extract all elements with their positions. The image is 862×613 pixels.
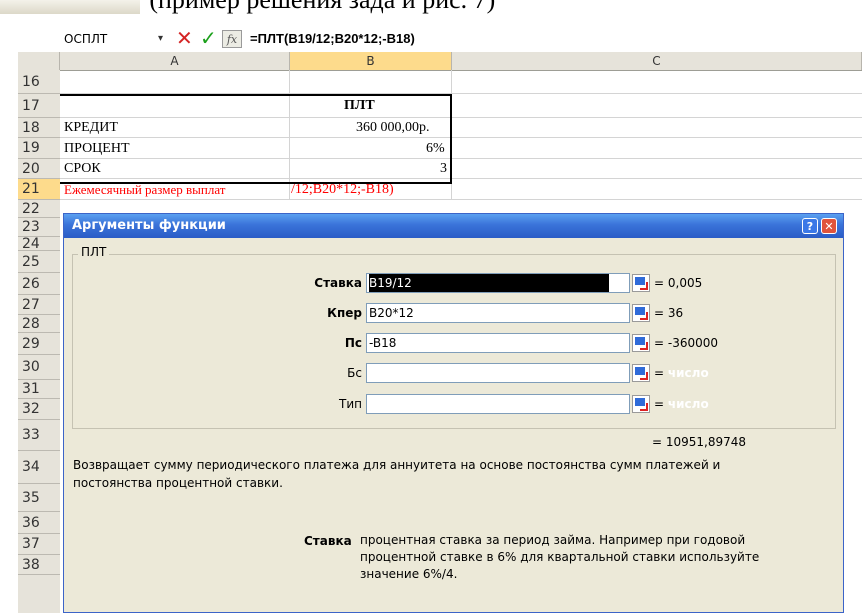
arg-result-ps: = -360000 (654, 336, 719, 350)
toolbar-strip (0, 0, 140, 14)
row-header[interactable]: 36 (18, 512, 60, 534)
row-header[interactable]: 16 (18, 70, 60, 94)
arg-input-stavka[interactable]: B19/12 (366, 273, 630, 293)
column-header-c[interactable]: C (452, 52, 862, 70)
dialog-title: Аргументы функции (72, 218, 226, 233)
name-box[interactable]: ОСПЛТ (60, 30, 184, 48)
arg-result-tip: = число (654, 397, 709, 411)
arg-input-bs[interactable] (366, 363, 630, 383)
insert-function-button[interactable]: fx (222, 30, 242, 48)
row-header[interactable]: 24 (18, 237, 60, 251)
function-arguments-dialog: Аргументы функции ? ✕ ПЛТ Ставка B19/12 … (63, 213, 844, 613)
collapse-dialog-icon[interactable] (632, 334, 650, 352)
row-header[interactable]: 18 (18, 118, 60, 138)
select-all-corner[interactable] (18, 52, 60, 70)
arg-result-bs: = число (654, 366, 709, 380)
arg-result-kper: = 36 (654, 306, 684, 320)
row-header[interactable]: 29 (18, 333, 60, 355)
row-header[interactable]: 27 (18, 295, 60, 315)
function-name-label: ПЛТ (78, 245, 110, 259)
enter-check-icon[interactable]: ✓ (200, 27, 217, 49)
dialog-title-bar[interactable]: Аргументы функции ? ✕ (64, 214, 843, 238)
collapse-dialog-icon[interactable] (632, 304, 650, 322)
close-button[interactable]: ✕ (821, 218, 837, 234)
arg-result-stavka: = 0,005 (654, 276, 703, 290)
collapse-dialog-icon[interactable] (632, 364, 650, 382)
row-headers: 16 17 18 19 20 21 22 23 24 25 26 27 28 2… (18, 70, 60, 613)
row-header[interactable]: 30 (18, 355, 60, 380)
row-header[interactable]: 23 (18, 218, 60, 237)
arg-input-ps[interactable]: -B18 (366, 333, 630, 353)
arg-label-tip: Тип (339, 397, 362, 411)
help-button[interactable]: ? (802, 218, 818, 234)
arg-input-kper[interactable]: B20*12 (366, 303, 630, 323)
arg-input-tip[interactable] (366, 394, 630, 414)
collapse-dialog-icon[interactable] (632, 274, 650, 292)
table-border (60, 94, 452, 184)
arg-label-stavka: Ставка (314, 276, 362, 290)
arg-help-text: процентная ставка за период займа. Напри… (360, 533, 760, 581)
row-header[interactable]: 22 (18, 200, 60, 218)
arg-help-name: Ставка (304, 534, 352, 548)
arg-label-ps: Пс (344, 336, 362, 350)
arg-value-stavka: B19/12 (369, 274, 609, 292)
arg-label-bs: Бс (347, 366, 362, 380)
arg-label-kper: Кпер (327, 306, 362, 320)
row-header[interactable]: 35 (18, 484, 60, 512)
row-header-selected[interactable]: 21 (18, 179, 60, 200)
collapse-dialog-icon[interactable] (632, 395, 650, 413)
row-header[interactable]: 32 (18, 399, 60, 420)
row-header[interactable]: 28 (18, 315, 60, 333)
row-header[interactable]: 20 (18, 159, 60, 179)
row-header[interactable]: 31 (18, 380, 60, 399)
name-box-dropdown-icon[interactable]: ▾ (158, 30, 163, 48)
function-description: Возвращает сумму периодического платежа … (73, 458, 721, 490)
row-header[interactable]: 34 (18, 451, 60, 484)
active-cell-border (288, 182, 452, 184)
formula-input[interactable]: =ПЛТ(B19/12;B20*12;-B18) (250, 30, 415, 48)
row-header[interactable]: 38 (18, 555, 60, 575)
row-header[interactable]: 37 (18, 534, 60, 555)
row-header[interactable]: 19 (18, 138, 60, 159)
row-header[interactable]: 17 (18, 94, 60, 118)
cancel-icon[interactable]: ✕ (176, 27, 193, 49)
function-result: = 10951,89748 (652, 435, 747, 449)
formula-bar: ОСПЛТ ▾ ✕ ✓ fx =ПЛТ(B19/12;B20*12;-B18) (18, 26, 862, 53)
column-header-b[interactable]: B (290, 52, 452, 70)
row-header[interactable]: 33 (18, 420, 60, 451)
column-headers: A B C (18, 52, 862, 71)
row-header[interactable]: 26 (18, 273, 60, 295)
column-header-a[interactable]: A (60, 52, 290, 70)
row-header[interactable]: 25 (18, 251, 60, 273)
